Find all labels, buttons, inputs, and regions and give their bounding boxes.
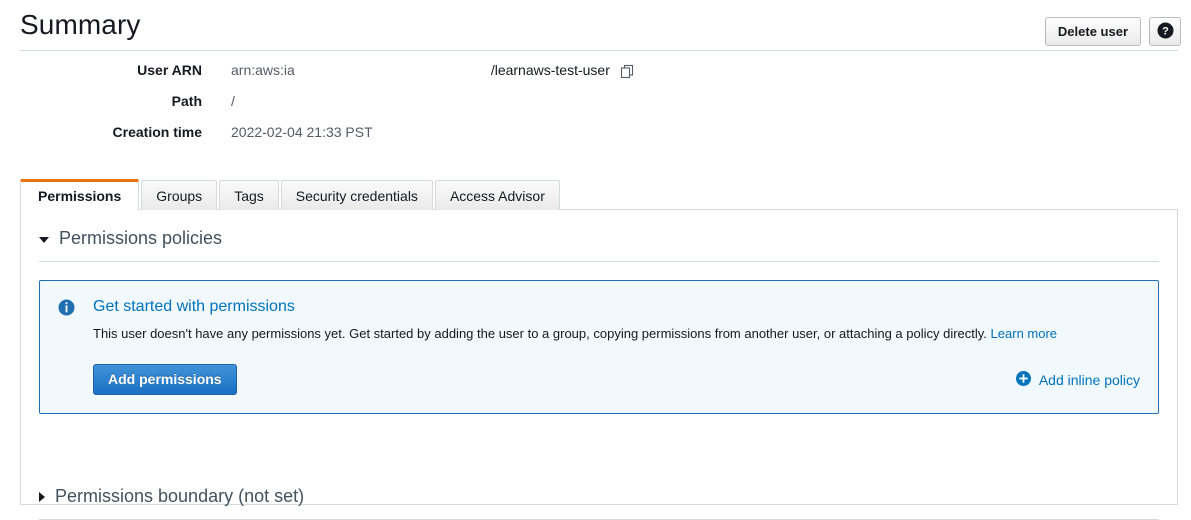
add-inline-policy-link[interactable]: Add inline policy bbox=[1015, 370, 1140, 389]
alert-text: This user doesn't have any permissions y… bbox=[93, 323, 1101, 344]
detail-row-user-arn: User ARN arn:aws:ia /learnaws-test-user bbox=[0, 62, 1191, 93]
permissions-boundary-section: Permissions boundary (not set) bbox=[21, 468, 1177, 520]
copy-icon[interactable] bbox=[620, 64, 635, 79]
tab-groups[interactable]: Groups bbox=[141, 180, 218, 210]
detail-label: User ARN bbox=[137, 62, 202, 78]
arn-prefix: arn:aws:ia bbox=[231, 62, 295, 78]
header-actions: Delete user ? bbox=[1044, 17, 1181, 46]
permissions-policies-header[interactable]: Permissions policies bbox=[39, 210, 1159, 261]
detail-row-path: Path / bbox=[0, 93, 1191, 124]
section-divider bbox=[39, 261, 1159, 262]
detail-value: 2022-02-04 21:33 PST bbox=[231, 124, 373, 140]
add-permissions-button[interactable]: Add permissions bbox=[93, 364, 237, 395]
learn-more-link[interactable]: Learn more bbox=[991, 326, 1057, 341]
add-inline-policy-label: Add inline policy bbox=[1038, 371, 1140, 388]
section-title: Permissions policies bbox=[59, 228, 223, 248]
get-started-alert: Get started with permissions This user d… bbox=[39, 280, 1159, 414]
tab-access-advisor[interactable]: Access Advisor bbox=[434, 180, 560, 210]
caret-down-icon[interactable] bbox=[39, 236, 49, 243]
tab-permissions[interactable]: Permissions bbox=[20, 179, 140, 211]
detail-label: Creation time bbox=[112, 124, 202, 140]
detail-value: arn:aws:ia /learnaws-test-user bbox=[231, 62, 635, 78]
help-button[interactable]: ? bbox=[1149, 17, 1181, 46]
detail-row-creation-time: Creation time 2022-02-04 21:33 PST bbox=[0, 124, 1191, 155]
section-title: Permissions boundary (not set) bbox=[55, 486, 305, 506]
page-header: Summary Delete user ? bbox=[0, 0, 1191, 51]
tabs-container: Permissions Groups Tags Security credent… bbox=[20, 179, 1178, 520]
alert-body: Get started with permissions This user d… bbox=[93, 297, 1140, 395]
info-circle-icon bbox=[58, 297, 75, 395]
detail-value: / bbox=[231, 93, 235, 109]
delete-user-button[interactable]: Delete user bbox=[1044, 17, 1141, 46]
caret-right-icon[interactable] bbox=[39, 491, 45, 502]
page-title: Summary bbox=[20, 9, 141, 40]
arn-suffix: /learnaws-test-user bbox=[490, 62, 610, 78]
alert-description: This user doesn't have any permissions y… bbox=[93, 326, 991, 341]
permissions-policies-section: Permissions policies Get started with pe… bbox=[21, 210, 1177, 414]
tab-panel-permissions: Permissions policies Get started with pe… bbox=[20, 209, 1178, 520]
tab-security-credentials[interactable]: Security credentials bbox=[280, 180, 433, 210]
tab-tags[interactable]: Tags bbox=[219, 180, 279, 210]
help-circle-icon: ? bbox=[1157, 22, 1174, 42]
user-details: User ARN arn:aws:ia /learnaws-test-user … bbox=[0, 62, 1191, 155]
tab-strip: Permissions Groups Tags Security credent… bbox=[20, 179, 1178, 211]
alert-title[interactable]: Get started with permissions bbox=[93, 297, 1140, 317]
plus-circle-icon bbox=[1015, 370, 1031, 389]
header-divider bbox=[20, 50, 1178, 51]
permissions-boundary-header[interactable]: Permissions boundary (not set) bbox=[39, 468, 1159, 519]
detail-label: Path bbox=[171, 93, 202, 109]
alert-actions: Add permissions Add inline policy bbox=[93, 364, 1140, 395]
svg-text:?: ? bbox=[1162, 25, 1169, 37]
